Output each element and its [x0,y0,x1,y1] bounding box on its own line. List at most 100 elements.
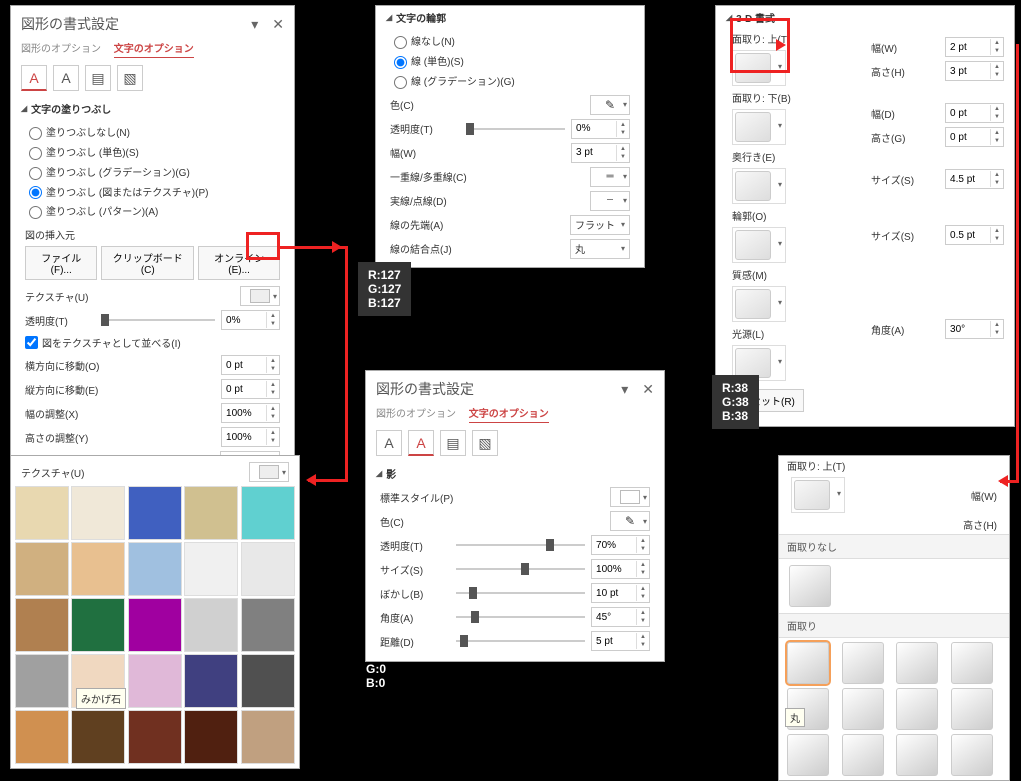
shadow-dist-spinner[interactable]: ▲▼ [591,631,650,651]
tab-shape-options[interactable]: 図形のオプション [21,44,101,55]
texture-dropdown[interactable] [240,286,280,306]
fill-solid[interactable]: 塗りつぶし (単色)(S) [29,142,276,162]
text-fill-icon[interactable]: A [376,430,402,456]
texture-swatch[interactable] [128,486,182,540]
picture-icon[interactable]: ▧ [472,430,498,456]
outline-color-button[interactable]: ✎ [590,95,630,115]
outline-width-spinner[interactable]: ▲▼ [571,143,630,163]
texture-swatch[interactable] [71,710,125,764]
shadow-size-slider[interactable] [456,562,585,576]
bevel-option[interactable] [951,688,993,730]
texture-swatch[interactable] [71,542,125,596]
text-effects-icon[interactable]: ▤ [85,65,111,91]
texture-popup-dropdown[interactable] [249,462,289,482]
line-solid[interactable]: 線 (単色)(S) [394,51,626,71]
bevel-top-height-spinner[interactable]: ▲▼ [945,61,1004,81]
texture-swatch[interactable] [128,710,182,764]
tab-text-options[interactable]: 文字のオプション [469,409,549,423]
chevron-down-icon[interactable]: ▾ [251,16,258,33]
texture-swatch[interactable] [128,654,182,708]
texture-swatch[interactable] [241,486,295,540]
outline-trans-spinner[interactable]: ▲▼ [571,119,630,139]
bevel-option[interactable] [896,734,938,776]
cap-dropdown[interactable]: フラット [570,215,630,235]
scale-y-spinner[interactable]: ▲▼ [221,427,280,447]
texture-swatch[interactable] [15,598,69,652]
fill-none[interactable]: 塗りつぶしなし(N) [29,122,276,142]
texture-swatch[interactable] [241,654,295,708]
shadow-blur-slider[interactable] [456,586,585,600]
contour-color-button[interactable] [735,230,771,260]
bevel-bottom-height-spinner[interactable]: ▲▼ [945,127,1004,147]
fill-gradient[interactable]: 塗りつぶし (グラデーション)(G) [29,162,276,182]
texture-swatch[interactable] [184,542,238,596]
bevel-option[interactable] [896,642,938,684]
texture-swatch[interactable] [71,486,125,540]
texture-swatch[interactable] [184,598,238,652]
section-text-outline[interactable]: 文字の輪郭 [376,6,644,29]
picture-icon[interactable]: ▧ [117,65,143,91]
bevel-option[interactable] [787,642,829,684]
bevel-option[interactable] [951,642,993,684]
texture-swatch[interactable] [184,710,238,764]
contour-size-spinner[interactable]: ▲▼ [945,225,1004,245]
bevel-option[interactable] [787,734,829,776]
shadow-angle-spinner[interactable]: ▲▼ [591,607,650,627]
section-shadow[interactable]: 影 [366,462,664,485]
texture-swatch[interactable] [128,598,182,652]
texture-swatch[interactable] [15,486,69,540]
texture-swatch[interactable] [15,710,69,764]
shadow-dist-slider[interactable] [456,634,585,648]
depth-color-button[interactable] [735,171,771,201]
texture-swatch[interactable] [15,542,69,596]
compound-dropdown[interactable]: ═ [590,167,630,187]
file-button[interactable]: ファイル(F)... [25,246,97,280]
shadow-size-spinner[interactable]: ▲▼ [591,559,650,579]
lighting-button[interactable] [735,348,771,378]
texture-swatch[interactable] [241,710,295,764]
texture-swatch[interactable] [241,542,295,596]
scale-x-spinner[interactable]: ▲▼ [221,403,280,423]
texture-swatch[interactable] [15,654,69,708]
offset-y-spinner[interactable]: ▲▼ [221,379,280,399]
section-text-fill[interactable]: 文字の塗りつぶし [11,97,294,120]
bevel-option[interactable] [842,734,884,776]
shadow-trans-spinner[interactable]: ▲▼ [591,535,650,555]
line-gradient[interactable]: 線 (グラデーション)(G) [394,71,626,91]
bevel-popup-current[interactable] [794,480,830,510]
lighting-angle-spinner[interactable]: ▲▼ [945,319,1004,339]
bevel-option[interactable] [951,734,993,776]
texture-swatch[interactable] [184,654,238,708]
clipboard-button[interactable]: クリップボード(C) [101,246,194,280]
bevel-bottom-button[interactable] [735,112,771,142]
chevron-down-icon[interactable]: ▾ [621,381,628,398]
text-outline-icon[interactable]: A [408,430,434,456]
depth-size-spinner[interactable]: ▲▼ [945,169,1004,189]
shadow-color-button[interactable]: ✎ [610,511,650,531]
bevel-bottom-width-spinner[interactable]: ▲▼ [945,103,1004,123]
material-button[interactable] [735,289,771,319]
shadow-trans-slider[interactable] [456,538,585,552]
join-dropdown[interactable]: 丸 [570,239,630,259]
texture-swatch[interactable] [184,486,238,540]
offset-x-spinner[interactable]: ▲▼ [221,355,280,375]
bevel-option[interactable] [842,688,884,730]
bevel-option[interactable] [896,688,938,730]
transparency-slider[interactable] [101,313,215,327]
fill-pattern[interactable]: 塗りつぶし (パターン)(A) [29,201,276,221]
tile-checkbox[interactable] [25,336,38,349]
texture-swatch[interactable] [128,542,182,596]
dash-dropdown[interactable]: ┄ [590,191,630,211]
outline-trans-slider[interactable] [466,122,565,136]
close-icon[interactable]: ✕ [272,16,284,33]
shadow-angle-slider[interactable] [456,610,585,624]
close-icon[interactable]: ✕ [642,381,654,398]
shadow-blur-spinner[interactable]: ▲▼ [591,583,650,603]
bevel-top-width-spinner[interactable]: ▲▼ [945,37,1004,57]
transparency-spinner[interactable]: ▲▼ [221,310,280,330]
tab-shape-options[interactable]: 図形のオプション [376,409,456,420]
fill-picture-texture[interactable]: 塗りつぶし (図またはテクスチャ)(P) [29,182,276,202]
bevel-option-none[interactable] [789,565,831,607]
text-outline-icon[interactable]: A [53,65,79,91]
tab-text-options[interactable]: 文字のオプション [114,44,194,58]
